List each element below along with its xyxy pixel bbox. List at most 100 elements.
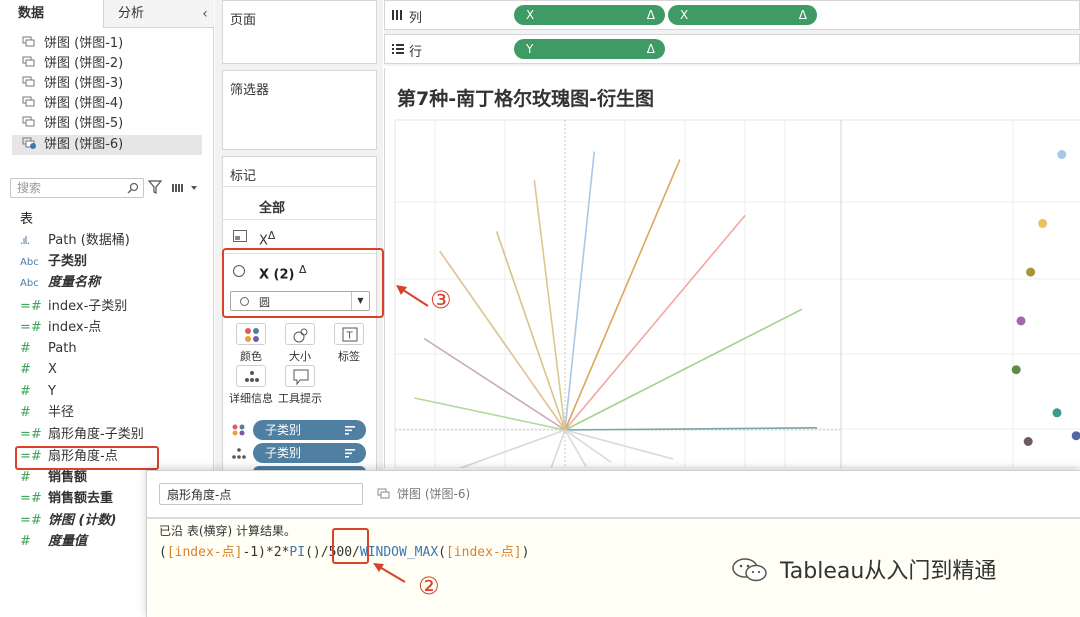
- detail-icon: [236, 365, 266, 387]
- annotation-marker-2: ②: [418, 572, 440, 600]
- pill-label: 子类别: [265, 446, 302, 460]
- rows-label: 行: [409, 45, 423, 60]
- filter-icon[interactable]: [148, 180, 162, 194]
- search-input[interactable]: [17, 179, 121, 197]
- marks-tab-x-label: XΔ: [259, 229, 275, 248]
- tab-data[interactable]: 数据: [0, 0, 104, 28]
- datasource-icon: [22, 36, 36, 48]
- columns-shelf[interactable]: 列 XΔ XΔ: [384, 0, 1080, 30]
- calc-measure-icon: =#: [20, 299, 42, 314]
- search-icon: [127, 182, 139, 194]
- datasource-label: 饼图 (饼图-5): [44, 116, 124, 131]
- rows-shelf[interactable]: 行 YΔ: [384, 34, 1080, 64]
- formula-field-token: [index-点]: [166, 545, 243, 560]
- field-y[interactable]: # Y: [20, 382, 210, 402]
- field-sector-angle-subcategory[interactable]: =# 扇形角度-子类别: [20, 425, 210, 445]
- field-label: X: [48, 362, 57, 377]
- field-label: 饼图 (计数): [48, 513, 117, 528]
- columns-label: 列: [409, 11, 423, 26]
- label-label: 标签: [338, 350, 360, 363]
- highlight-box-field: [15, 446, 159, 470]
- tab-analysis[interactable]: 分析: [104, 0, 194, 28]
- sort-icon: [345, 449, 355, 458]
- pill-label: X: [526, 8, 535, 22]
- color-icon: [236, 323, 266, 345]
- data-point: [1057, 150, 1067, 159]
- field-x[interactable]: # X: [20, 360, 210, 380]
- filters-shelf[interactable]: 筛选器: [222, 70, 377, 150]
- color-label: 颜色: [240, 350, 262, 363]
- calc-measure-icon: =#: [20, 491, 42, 506]
- pages-title: 页面: [230, 13, 257, 28]
- pill-label: X: [680, 8, 689, 22]
- field-index-point[interactable]: =# index-点: [20, 318, 210, 338]
- calculation-note: 已沿 表(横穿) 计算结果。: [159, 524, 296, 538]
- datasource-icon: [22, 76, 36, 88]
- datasource-item[interactable]: 饼图 (饼图-1): [12, 34, 202, 54]
- measure-icon: #: [20, 384, 31, 399]
- field-label: 子类别: [48, 254, 88, 269]
- filters-title: 筛选器: [230, 83, 270, 98]
- pill-columns-x[interactable]: XΔ: [514, 5, 665, 25]
- pane-tabs: 数据 分析 ‹: [0, 0, 214, 28]
- calc-measure-icon: =#: [20, 427, 42, 442]
- tooltip-button[interactable]: 工具提示: [278, 365, 322, 405]
- field-radius[interactable]: # 半径: [20, 403, 210, 423]
- datasource-label: 饼图 (饼图-4): [44, 96, 124, 111]
- size-label: 大小: [289, 350, 311, 363]
- delta-icon: Δ: [646, 42, 655, 56]
- pages-shelf[interactable]: 页面: [222, 0, 377, 64]
- field-path-bin[interactable]: .ıl. Path (数据桶): [20, 231, 210, 251]
- size-button[interactable]: 大小: [278, 323, 322, 363]
- datasource-item[interactable]: 饼图 (饼图-4): [12, 94, 202, 114]
- datasource-item-active[interactable]: 饼图 (饼图-6): [12, 135, 202, 155]
- marks-tab-x[interactable]: XΔ: [233, 227, 373, 248]
- datasource-item[interactable]: 饼图 (饼图-5): [12, 114, 202, 134]
- field-label: 半径: [48, 405, 75, 420]
- datasource-item[interactable]: 饼图 (饼图-2): [12, 54, 202, 74]
- view-canvas[interactable]: 第7种-南丁格尔玫瑰图-衍生图: [384, 68, 1080, 468]
- field-search[interactable]: [10, 178, 144, 198]
- field-label: 销售额: [48, 470, 88, 485]
- formula-function-token: PI: [289, 545, 306, 560]
- pill-rows-y[interactable]: YΔ: [514, 39, 665, 59]
- field-label: 销售额去重: [48, 491, 114, 506]
- marks-tab-all[interactable]: 全部: [259, 197, 285, 216]
- pill-columns-x2[interactable]: XΔ: [668, 5, 817, 25]
- pill-color-subcategory[interactable]: 子类别: [253, 420, 366, 440]
- calc-measure-icon: =#: [20, 513, 42, 528]
- datasource-label: 饼图 (饼图-1): [44, 36, 124, 51]
- datasource-icon: [377, 488, 390, 499]
- datasource-icon: [22, 56, 36, 68]
- field-label: Path (数据桶): [48, 233, 130, 248]
- field-measure-names[interactable]: Abc 度量名称: [20, 273, 210, 293]
- calculation-name-input[interactable]: [159, 483, 363, 505]
- field-index-subcategory[interactable]: =# index-子类别: [20, 297, 210, 317]
- data-point: [1026, 267, 1036, 277]
- detail-button[interactable]: 详细信息: [229, 365, 273, 405]
- datasource-icon: [22, 96, 36, 108]
- pill-label: 子类别: [265, 423, 302, 437]
- field-path[interactable]: # Path: [20, 339, 210, 359]
- field-subcategory[interactable]: Abc 子类别: [20, 252, 210, 272]
- datasource-item[interactable]: 饼图 (饼图-3): [12, 74, 202, 94]
- calculation-source: 饼图 (饼图-6): [397, 487, 471, 501]
- color-button[interactable]: 颜色: [229, 323, 273, 363]
- view-toggle-icon[interactable]: [172, 181, 200, 195]
- delta-icon: Δ: [798, 8, 807, 22]
- measure-icon: #: [20, 341, 31, 356]
- formula-token: (: [438, 545, 446, 560]
- field-label: 度量值: [48, 534, 88, 549]
- delta-icon: Δ: [646, 8, 655, 22]
- datasource-active-icon: [22, 137, 36, 149]
- field-label: index-点: [48, 320, 102, 335]
- measure-icon: #: [20, 470, 31, 485]
- bin-icon: .ıl.: [20, 234, 30, 247]
- marks-title: 标记: [230, 169, 257, 184]
- formula-token: -1)*2*: [242, 545, 290, 560]
- collapse-pane-icon[interactable]: ‹: [196, 0, 214, 28]
- label-button[interactable]: T 标签: [327, 323, 371, 363]
- measure-icon: #: [20, 405, 31, 420]
- pill-detail-subcategory[interactable]: 子类别: [253, 443, 366, 463]
- field-label: Y: [48, 384, 56, 399]
